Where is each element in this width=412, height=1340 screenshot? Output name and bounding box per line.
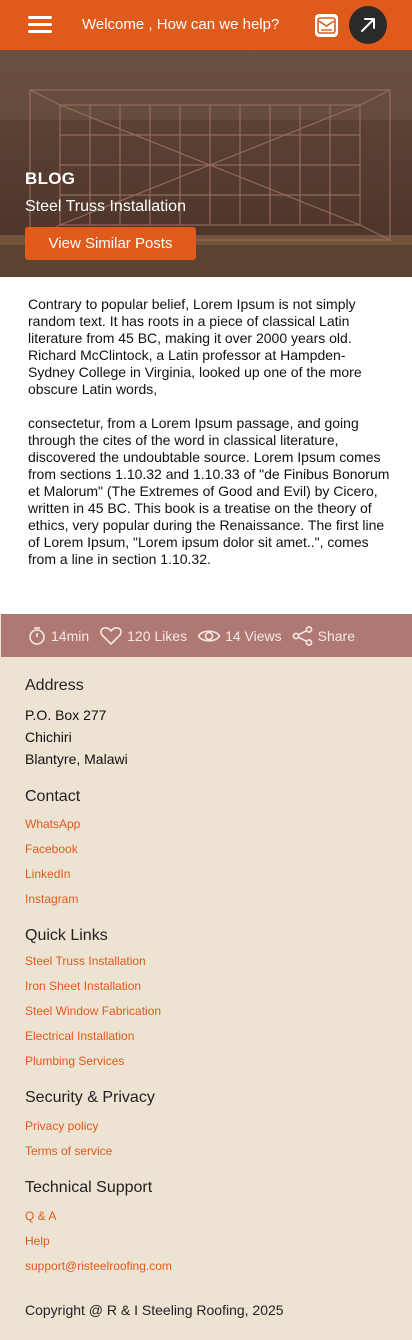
share-icon <box>292 625 313 646</box>
terms-of-service-link[interactable]: Terms of service <box>25 1144 112 1158</box>
facebook-link[interactable]: Facebook <box>25 842 78 856</box>
heart-icon <box>100 626 122 645</box>
address-line: Chichiri <box>25 729 72 745</box>
quick-link-electrical[interactable]: Electrical Installation <box>25 1029 134 1043</box>
view-similar-posts-button[interactable]: View Similar Posts <box>25 227 196 260</box>
address-line: Blantyre, Malawi <box>25 751 128 767</box>
quick-links-heading: Quick Links <box>25 927 108 944</box>
address-line: P.O. Box 277 <box>25 707 107 723</box>
quick-link-plumbing[interactable]: Plumbing Services <box>25 1054 124 1068</box>
qa-link[interactable]: Q & A <box>25 1209 56 1223</box>
share-label: Share <box>317 627 355 644</box>
privacy-policy-link[interactable]: Privacy policy <box>25 1119 98 1133</box>
share-button[interactable]: Share <box>292 625 355 646</box>
article-paragraph: consectetur, from a Lorem Ipsum passage,… <box>28 415 390 567</box>
article-paragraph: Contrary to popular belief, Lorem Ipsum … <box>28 296 362 397</box>
address-heading: Address <box>25 677 84 694</box>
mail-icon[interactable] <box>314 13 339 38</box>
hamburger-menu-icon[interactable] <box>26 14 56 36</box>
blog-label: BLOG <box>25 169 76 188</box>
contact-heading: Contact <box>25 788 81 805</box>
linkedin-link[interactable]: LinkedIn <box>25 867 70 881</box>
read-time-label: 14min <box>51 627 90 644</box>
quick-link-iron-sheet[interactable]: Iron Sheet Installation <box>25 979 141 993</box>
views-label: 14 Views <box>225 627 282 644</box>
top-bar: Welcome , How can we help? <box>0 0 412 50</box>
arrow-up-right-icon[interactable] <box>349 6 387 44</box>
quick-link-steel-window[interactable]: Steel Window Fabrication <box>25 1004 161 1018</box>
post-stats-bar: 14min 120 Likes 14 Views Share <box>1 614 412 657</box>
security-heading: Security & Privacy <box>25 1089 155 1106</box>
whatsapp-link[interactable]: WhatsApp <box>25 817 80 831</box>
welcome-text: Welcome , How can we help? <box>82 16 280 33</box>
support-email-link[interactable]: support@risteelroofing.com <box>25 1259 172 1273</box>
copyright-text: Copyright @ R & I Steeling Roofing, 2025 <box>25 1302 284 1318</box>
instagram-link[interactable]: Instagram <box>25 892 78 906</box>
views-stat: 14 Views <box>197 626 282 646</box>
eye-icon <box>197 629 221 642</box>
likes-label: 120 Likes <box>127 627 188 644</box>
likes-button[interactable]: 120 Likes <box>99 626 187 646</box>
technical-support-heading: Technical Support <box>25 1179 153 1196</box>
quick-link-steel-truss[interactable]: Steel Truss Installation <box>25 954 146 968</box>
article-body: Contrary to popular belief, Lorem Ipsum … <box>0 277 412 614</box>
timer-icon <box>29 626 45 645</box>
site-footer: Address P.O. Box 277 Chichiri Blantyre, … <box>0 657 412 1340</box>
hero-banner: BLOG Steel Truss Installation View Simil… <box>0 50 412 277</box>
help-link[interactable]: Help <box>25 1234 50 1248</box>
post-title: Steel Truss Installation <box>25 198 186 215</box>
read-time-stat: 14min <box>27 626 89 646</box>
